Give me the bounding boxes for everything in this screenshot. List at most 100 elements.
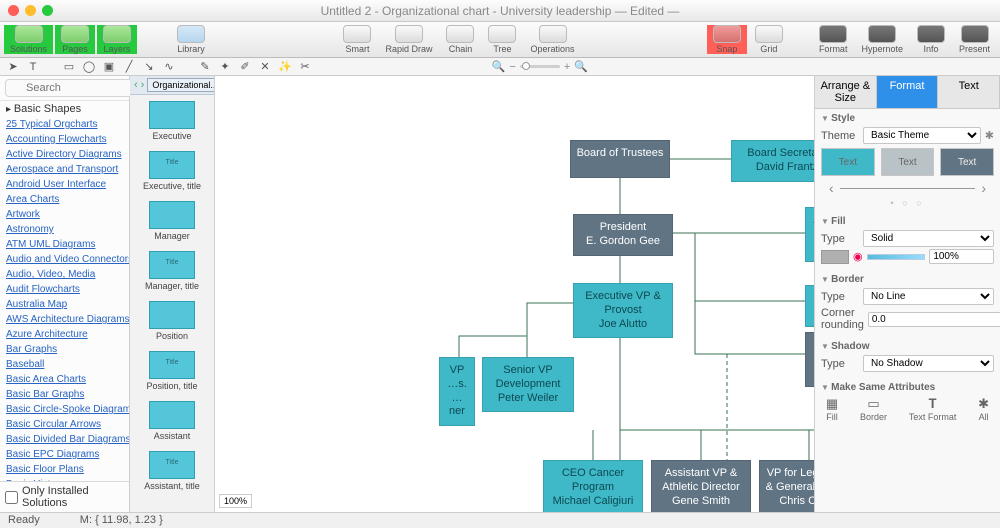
org-node-board[interactable]: Board of Trustees — [570, 140, 670, 178]
make-same-fill[interactable]: ▦Fill — [826, 396, 838, 422]
toolbar-info[interactable]: Info — [911, 25, 951, 54]
shape-thumbnail[interactable] — [149, 451, 195, 479]
prev-line-style-icon[interactable]: ‹ — [829, 180, 834, 196]
shape-list-item[interactable]: Australia Map — [0, 297, 129, 312]
shadow-section-header[interactable]: Shadow — [821, 341, 994, 352]
next-tab-icon[interactable]: › — [141, 79, 145, 91]
tab-text[interactable]: Text — [938, 76, 1000, 108]
org-node-ceo[interactable]: CEO Cancer ProgramMichael Caligiuri — [543, 460, 643, 512]
tab-format[interactable]: Format — [877, 76, 939, 108]
knife-tool-icon[interactable]: ✂ — [298, 60, 312, 74]
shape-list[interactable]: ▸ Basic Shapes 25 Typical OrgchartsAccou… — [0, 101, 129, 481]
ellipse-tool-icon[interactable]: ◯ — [82, 60, 96, 74]
shape-list-item[interactable]: Audit Flowcharts — [0, 282, 129, 297]
minimize-icon[interactable] — [25, 5, 36, 16]
zoom-percent[interactable]: 100% — [219, 494, 252, 508]
pointer-tool-icon[interactable]: ➤ — [6, 60, 20, 74]
toolbar-layers[interactable]: Layers — [97, 25, 137, 54]
toolbar-present[interactable]: Present — [953, 25, 996, 54]
style-swatch-gray[interactable]: Text — [881, 148, 935, 176]
zoom-slider[interactable] — [520, 65, 560, 68]
toolbar-pages[interactable]: Pages — [55, 25, 95, 54]
shadow-type-select[interactable]: No Shadow — [863, 355, 994, 372]
shape-list-item[interactable]: Accounting Flowcharts — [0, 132, 129, 147]
shape-thumbnail[interactable] — [149, 401, 195, 429]
zoom-in-icon[interactable]: 🔍 — [574, 60, 588, 73]
style-swatch-teal[interactable]: Text — [821, 148, 875, 176]
zoom-icon[interactable] — [42, 5, 53, 16]
shape-list-item[interactable]: Bar Graphs — [0, 342, 129, 357]
shape-list-item[interactable]: Basic Bar Graphs — [0, 387, 129, 402]
shape-list-item[interactable]: Azure Architecture — [0, 327, 129, 342]
rect-tool-icon[interactable]: ▭ — [62, 60, 76, 74]
only-installed-check[interactable] — [5, 491, 18, 504]
tab-arrange[interactable]: Arrange & Size — [815, 76, 877, 108]
border-section-header[interactable]: Border — [821, 274, 994, 285]
org-node-secretary[interactable]: Board SecretaryDavid Frantz — [731, 140, 815, 182]
toolbar-grid[interactable]: Grid — [749, 25, 789, 54]
shape-list-item[interactable]: Basic Divided Bar Diagrams — [0, 432, 129, 447]
canvas[interactable]: 100% Board of Trustees Board SecretaryDav… — [215, 76, 815, 512]
shape-list-item[interactable]: Basic Floor Plans — [0, 462, 129, 477]
only-installed-checkbox[interactable]: Only Installed Solutions — [0, 481, 129, 512]
shape-thumbnail[interactable] — [149, 201, 195, 229]
make-same-all[interactable]: ✱All — [978, 396, 989, 422]
wand-tool-icon[interactable]: ✨ — [278, 60, 292, 74]
textbox-tool-icon[interactable]: ▣ — [102, 60, 116, 74]
text-tool-icon[interactable]: T — [26, 60, 40, 74]
shape-list-item[interactable]: AWS Architecture Diagrams — [0, 312, 129, 327]
org-node-vp_trunc[interactable]: VP …s.…ner — [439, 357, 475, 426]
style-swatch-slate[interactable]: Text — [940, 148, 994, 176]
zoom-out-icon[interactable]: 🔍 — [492, 60, 506, 73]
toolbar-chain[interactable]: Chain — [440, 25, 480, 54]
style-page-dots[interactable]: • ○ ○ — [821, 198, 994, 208]
make-same-text-format[interactable]: 𝐓Text Format — [909, 396, 957, 422]
toolbar-smart[interactable]: Smart — [337, 25, 377, 54]
shape-list-item[interactable]: ATM UML Diagrams — [0, 237, 129, 252]
shape-thumbnail[interactable] — [149, 151, 195, 179]
fill-color-swatch[interactable] — [821, 250, 849, 264]
toolbar-hypernote[interactable]: Hypernote — [855, 25, 909, 54]
shape-thumbnail[interactable] — [149, 251, 195, 279]
shape-list-item[interactable]: Astronomy — [0, 222, 129, 237]
org-node-counselor[interactable]: Counselor to the PresidentHerb Asher — [805, 285, 815, 327]
shape-thumbnail[interactable] — [149, 301, 195, 329]
org-node-president[interactable]: PresidentE. Gordon Gee — [573, 214, 673, 256]
make-same-border[interactable]: ▭Border — [860, 396, 887, 422]
shape-list-item[interactable]: Basic Circle-Spoke Diagrams — [0, 402, 129, 417]
color-picker-icon[interactable]: ◉ — [853, 250, 863, 263]
shape-list-item[interactable]: Artwork — [0, 207, 129, 222]
theme-select[interactable]: Basic Theme — [863, 127, 981, 144]
next-line-style-icon[interactable]: › — [981, 180, 986, 196]
toolbar-snap[interactable]: Snap — [707, 25, 747, 54]
eraser-tool-icon[interactable]: ✕ — [258, 60, 272, 74]
prev-tab-icon[interactable]: ‹ — [134, 79, 138, 91]
style-section-header[interactable]: Style — [821, 113, 994, 124]
fill-opacity-field[interactable] — [929, 249, 994, 264]
line-tool-icon[interactable]: ╱ — [122, 60, 136, 74]
shape-list-item[interactable]: Basic Area Charts — [0, 372, 129, 387]
fill-type-select[interactable]: Solid — [863, 230, 994, 247]
shape-category[interactable]: ▸ Basic Shapes — [0, 101, 129, 117]
shape-list-item[interactable]: Audio, Video, Media — [0, 267, 129, 282]
close-icon[interactable] — [8, 5, 19, 16]
connector-tool-icon[interactable]: ↘ — [142, 60, 156, 74]
make-same-section-header[interactable]: Make Same Attributes — [821, 382, 994, 393]
brush-tool-icon[interactable]: ✦ — [218, 60, 232, 74]
shape-list-item[interactable]: Baseball — [0, 357, 129, 372]
shape-tab-select[interactable]: Organizational... — [147, 78, 215, 92]
org-node-svp_special[interactable]: Senior VP & Special Assistant to the Pre… — [805, 332, 815, 387]
shape-list-item[interactable]: Active Directory Diagrams — [0, 147, 129, 162]
org-node-legal[interactable]: VP for Legal Affs. & General CouselChris… — [759, 460, 815, 512]
shape-list-item[interactable]: Aerospace and Transport — [0, 162, 129, 177]
shape-list-item[interactable]: Basic Circular Arrows — [0, 417, 129, 432]
border-type-select[interactable]: No Line — [863, 288, 994, 305]
pen-tool-icon[interactable]: ✎ — [198, 60, 212, 74]
shape-list-item[interactable]: Basic EPC Diagrams — [0, 447, 129, 462]
curve-tool-icon[interactable]: ∿ — [162, 60, 176, 74]
shape-tab-header[interactable]: ‹ › Organizational... — [130, 76, 214, 95]
shape-list-item[interactable]: Android User Interface — [0, 177, 129, 192]
toolbar-rapiddraw[interactable]: Rapid Draw — [379, 25, 438, 54]
corner-rounding-field[interactable] — [868, 312, 1000, 327]
org-node-assist_pres[interactable]: Assistant to the President & Director of… — [805, 207, 815, 262]
